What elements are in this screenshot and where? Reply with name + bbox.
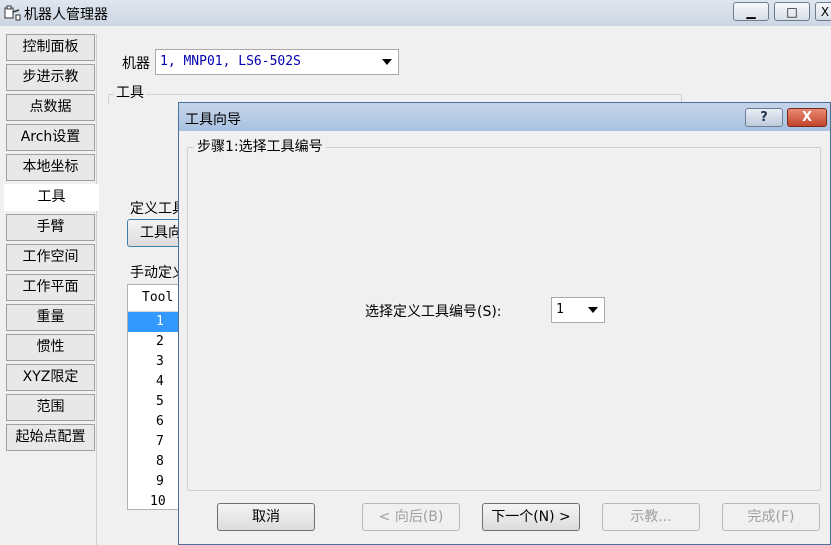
robot-label: 机器 — [122, 56, 150, 72]
tool-wizard-dialog: 工具向导 ? X 步骤1:选择工具编号 选择定义工具编号(S): 1 取消 < … — [178, 102, 831, 545]
robot-select[interactable]: 1, MNP01, LS6-502S — [155, 49, 399, 75]
tab-workspace[interactable]: 工作空间 — [6, 244, 95, 271]
help-button[interactable]: ? — [745, 108, 783, 127]
close-icon: X — [801, 110, 813, 125]
select-tool-number-label: 选择定义工具编号(S): — [365, 304, 502, 320]
minimize-button[interactable]: ▁ — [733, 2, 769, 21]
tab-tools[interactable]: 工具 — [4, 184, 99, 211]
cancel-button[interactable]: 取消 — [217, 503, 315, 531]
dialog-close-button[interactable]: X — [787, 108, 827, 127]
tab-jog-teach[interactable]: 步进示教 — [6, 64, 95, 91]
tab-work-plane[interactable]: 工作平面 — [6, 274, 95, 301]
minimize-icon: ▁ — [746, 5, 756, 19]
tab-range[interactable]: 范围 — [6, 394, 95, 421]
step-groupbox — [187, 147, 821, 491]
back-button[interactable]: < 向后(B) — [362, 503, 460, 531]
tab-point-data[interactable]: 点数据 — [6, 94, 95, 121]
tab-arm[interactable]: 手臂 — [6, 214, 95, 241]
maximize-icon: □ — [786, 5, 798, 19]
chevron-down-icon — [588, 307, 598, 313]
tab-home-config[interactable]: 起始点配置 — [6, 424, 95, 451]
maximize-button[interactable]: □ — [774, 2, 810, 21]
next-button[interactable]: 下一个(N) > — [482, 503, 580, 531]
teach-button[interactable]: 示教... — [602, 503, 700, 531]
tab-arch[interactable]: Arch设置 — [6, 124, 95, 151]
help-icon: ? — [760, 110, 768, 125]
tab-inertia[interactable]: 惯性 — [6, 334, 95, 361]
title-bar: 机器人管理器 ▁ □ X — [0, 0, 831, 26]
tab-control-panel[interactable]: 控制面板 — [6, 34, 95, 61]
window-title: 机器人管理器 — [24, 7, 108, 23]
tab-local-coords[interactable]: 本地坐标 — [6, 154, 95, 181]
finish-button[interactable]: 完成(F) — [722, 503, 820, 531]
dialog-title-bar: 工具向导 ? X — [179, 103, 830, 131]
chevron-down-icon — [382, 59, 392, 65]
tool-number-select[interactable]: 1 — [551, 297, 605, 323]
tab-xyz-limits[interactable]: XYZ限定 — [6, 364, 95, 391]
close-button[interactable]: X — [815, 2, 831, 21]
robot-select-value: 1, MNP01, LS6-502S — [160, 54, 301, 69]
step-title: 步骤1:选择工具编号 — [194, 136, 326, 156]
robot-app-icon — [4, 5, 21, 21]
dialog-title: 工具向导 — [185, 112, 241, 128]
close-icon: X — [820, 5, 830, 19]
tool-number-value: 1 — [556, 302, 564, 317]
tools-group-title: 工具 — [114, 82, 146, 102]
tab-weight[interactable]: 重量 — [6, 304, 95, 331]
